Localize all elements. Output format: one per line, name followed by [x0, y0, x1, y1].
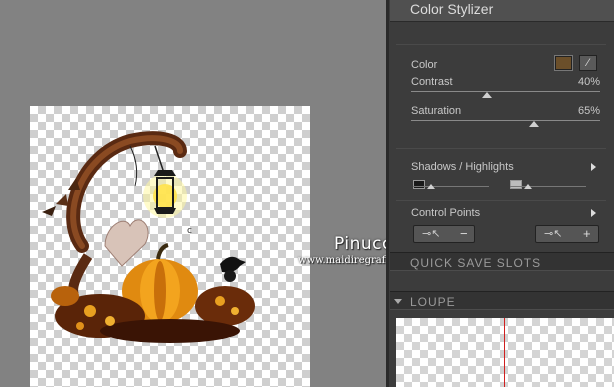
eyedropper-icon[interactable]: ⁄ — [579, 55, 597, 71]
highlights-slider-thumb[interactable] — [524, 184, 532, 189]
saturation-slider-thumb[interactable] — [528, 121, 539, 127]
panel-splitter[interactable] — [386, 0, 389, 387]
app-window: c Pinuccia www.maidiregrafica.eu Color S… — [0, 0, 614, 387]
loupe-header[interactable]: LOUPE — [390, 291, 614, 310]
contrast-label: Contrast — [411, 76, 453, 88]
divider — [396, 44, 606, 45]
loupe-preview[interactable] — [396, 318, 614, 387]
divider — [396, 200, 606, 201]
shadows-slider-track[interactable] — [413, 186, 489, 187]
loupe-label: LOUPE — [410, 295, 456, 309]
control-point-icon: ⊸↖ — [422, 228, 441, 240]
remove-control-point-button[interactable]: ⊸↖ − — [413, 225, 475, 243]
highlights-swatch[interactable] — [510, 180, 522, 189]
minus-icon: − — [460, 226, 468, 241]
panel-title: Color Stylizer — [410, 1, 494, 17]
shadows-highlights-expand-icon[interactable] — [591, 163, 596, 171]
divider — [396, 148, 606, 149]
canvas-area[interactable]: c Pinuccia www.maidiregrafica.eu — [0, 0, 416, 387]
document-canvas[interactable]: c — [30, 106, 310, 387]
loupe-split-line[interactable] — [504, 318, 505, 387]
shadows-highlights-label: Shadows / Highlights — [411, 161, 514, 173]
control-points-label: Control Points — [411, 207, 481, 219]
contrast-slider-thumb[interactable] — [481, 92, 492, 98]
svg-text:c: c — [187, 226, 192, 236]
highlights-slider-track[interactable] — [510, 186, 586, 187]
autumn-lantern-artwork: c — [42, 131, 255, 343]
control-point-icon: ⊸↖ — [544, 228, 563, 240]
contrast-value: 40% — [577, 76, 600, 88]
saturation-label: Saturation — [411, 105, 462, 117]
plus-icon: + — [583, 226, 591, 241]
control-points-expand-icon[interactable] — [591, 209, 596, 217]
add-control-point-button[interactable]: ⊸↖ + — [535, 225, 599, 243]
saturation-value: 65% — [577, 105, 600, 117]
panel-header: Color Stylizer — [390, 0, 614, 22]
contrast-slider-track[interactable] — [411, 91, 600, 92]
shadows-slider-thumb[interactable] — [427, 184, 435, 189]
quick-save-slots-label: QUICK SAVE SLOTS — [410, 256, 542, 270]
quick-save-slots-header[interactable]: QUICK SAVE SLOTS — [390, 252, 614, 271]
shadows-swatch[interactable] — [413, 180, 425, 189]
saturation-slider-track[interactable] — [411, 120, 600, 121]
collapse-arrow-icon — [394, 299, 402, 304]
color-swatch[interactable] — [554, 55, 573, 71]
color-label: Color — [411, 59, 438, 71]
